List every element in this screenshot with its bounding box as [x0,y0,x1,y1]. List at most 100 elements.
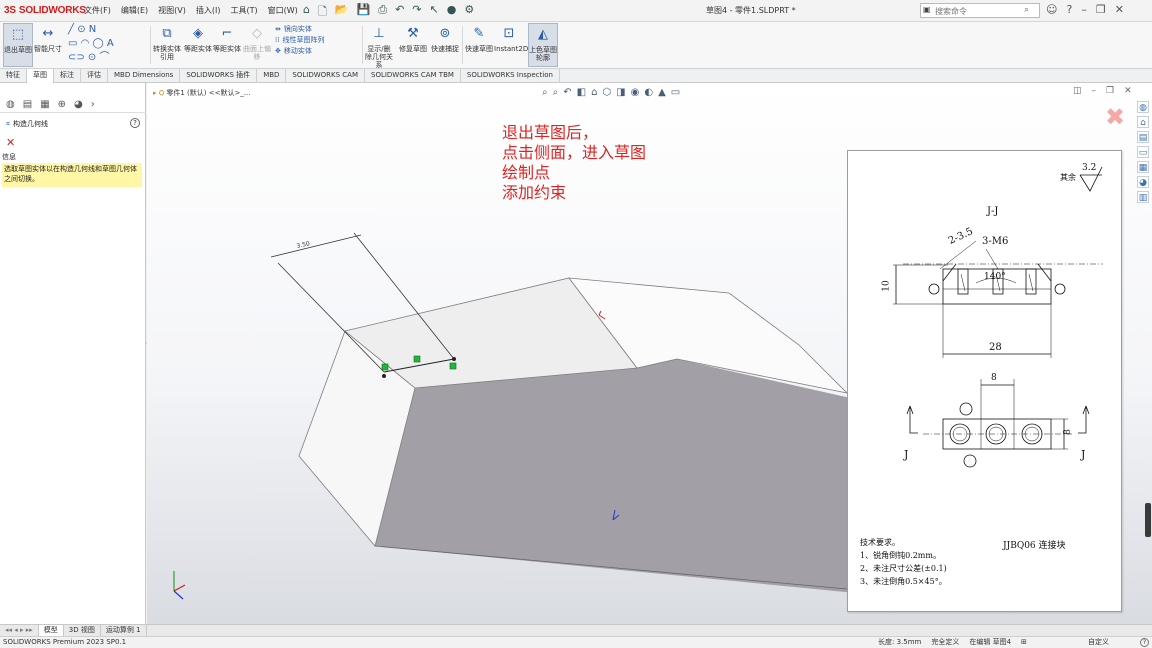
select-icon[interactable]: ↖ [430,3,439,22]
close-icon[interactable]: ✕ [6,136,15,149]
tab-solidworks-inspection[interactable]: SOLIDWORKS Inspection [461,69,560,83]
repair-sketch-button[interactable]: ⚒ 修复草图 [398,23,428,67]
graphics-area[interactable]: 3.50 ▸ ⛭零件1 (默认) <<默认>_... ⌕ ⌕ ↶ ◧ ⌂ ⬡ [147,83,1152,624]
home-icon[interactable]: ⌂ [303,3,310,22]
dimxpert-icon[interactable]: ⊕ [58,97,66,112]
close-icon[interactable]: ✕ [1115,3,1124,16]
instant2d-button[interactable]: ⊡ Instant2D [494,23,528,67]
move-entities-button[interactable]: ✥ 移动实体 [275,46,327,57]
print-icon[interactable]: ⎙ [378,3,387,22]
menu-edit[interactable]: 编辑(E) [121,5,148,16]
minimize-icon[interactable]: – [1081,3,1087,16]
doc-restore-icon[interactable]: ❐ [1106,86,1114,96]
open-icon[interactable]: 📂 [335,3,349,22]
configuration-manager-icon[interactable]: ▦ [40,97,49,112]
line-tool-icon[interactable]: ╱ ⊙ Ν [68,24,96,36]
convert-entities-button[interactable]: ⧉ 转换实体引用 [152,23,182,67]
appearances-icon[interactable]: ◕ [1137,176,1149,188]
help-icon[interactable]: ? [130,118,140,128]
file-explorer-icon[interactable]: ▤ [1137,131,1149,143]
tab-model[interactable]: 模型 [38,625,64,636]
menu-insert[interactable]: 插入(I) [196,5,221,16]
smart-dimension-button[interactable]: ↔ 智能尺寸 [33,23,63,67]
model-bottom-face[interactable] [375,359,917,598]
dynamic-annotation-icon[interactable]: ⌂ [591,87,597,98]
doc-tile-icon[interactable]: ◫ [1073,86,1082,96]
zoom-area-icon[interactable]: ⌕ [553,87,559,98]
slot-tool-icon[interactable]: ⊂⊃ ⊙ ⌒ [68,52,110,64]
midpoint-relation-icon[interactable] [413,355,421,363]
hide-show-items-icon[interactable]: ◉ [631,87,640,98]
intersection-curve-button[interactable]: ◈ 等距实体 [183,23,213,67]
custom-properties-icon[interactable]: ▥ [1137,191,1149,203]
tab-solidworks-addins[interactable]: SOLIDWORKS 插件 [180,69,258,83]
new-document-icon[interactable]: 🗋 [318,3,327,22]
tab-markup[interactable]: 标注 [54,69,81,83]
tab-sketch[interactable]: 草图 [27,69,54,83]
more-panels-icon[interactable]: › [91,97,95,112]
menu-file[interactable]: 文件(F) [84,5,111,16]
tab-solidworks-cam[interactable]: SOLIDWORKS CAM [286,69,365,83]
tab-solidworks-cam-tbm[interactable]: SOLIDWORKS CAM TBM [365,69,461,83]
zoom-to-fit-icon[interactable]: ⌕ [542,87,548,98]
previous-view-icon[interactable]: ↶ [563,87,571,98]
apply-scene-icon[interactable]: ▲ [658,87,666,98]
user-icon[interactable]: ☺ [1046,3,1057,16]
fix-relation-icon[interactable] [449,362,457,370]
ribbon-separator [362,26,363,64]
feature-manager-icon[interactable]: ◍ [6,97,15,112]
view-settings-icon[interactable]: ▭ [671,87,680,98]
options-gear-icon[interactable]: ⚙ [464,3,474,22]
status-help-icon[interactable]: ? [1140,638,1149,647]
search-command-input[interactable]: ▣ 搜索命令 ⌕ [920,3,1040,18]
menu-view[interactable]: 视图(V) [158,5,186,16]
rapid-sketch-button[interactable]: ✎ 快速草图 [464,23,494,67]
units-selector[interactable]: 自定义 [1088,637,1109,648]
shaded-sketch-contours-button[interactable]: ◭ 上色草图轮廓 [528,23,558,67]
redo-icon[interactable]: ↷ [412,3,421,22]
section-view-icon[interactable]: ◧ [577,87,586,98]
tab-features[interactable]: 特征 [0,69,27,83]
rectangle-tool-icon[interactable]: ▭ ◠ ◯ A [68,38,114,50]
view-palette-icon[interactable]: ▦ [1137,161,1149,173]
solidworks-resources-icon[interactable]: ◍ [1137,101,1149,113]
solidworks-logo[interactable]: 3S SOLIDWORKS [4,5,86,16]
coincident-relation-icon[interactable] [381,363,389,371]
tab-mbd-dimensions[interactable]: MBD Dimensions [108,69,181,83]
task-pane-grip[interactable] [1145,503,1151,537]
undo-icon[interactable]: ↶ [395,3,404,22]
feature-tree-flyout[interactable]: ▸ ⛭ 零件1 (默认) <<默认>_... [153,88,250,98]
tab-scroll-arrows-icon[interactable]: ◂◂ ◂ ▸ ▸▸ [0,625,39,636]
exit-sketch-button[interactable]: ⬚ 退出草图 [3,23,33,67]
tab-3d-views[interactable]: 3D 视图 [64,625,101,636]
display-manager-icon[interactable]: ◕ [74,97,83,112]
menu-window[interactable]: 窗口(W) [268,5,298,16]
mirror-entities-button[interactable]: ⇹ 镜向实体 [275,24,327,35]
restore-icon[interactable]: ❐ [1096,3,1106,16]
tab-mbd[interactable]: MBD [257,69,287,83]
doc-close-icon[interactable]: ✕ [1124,86,1132,96]
help-icon[interactable]: ? [1066,3,1072,16]
tab-evaluate[interactable]: 评估 [81,69,108,83]
view-orientation-icon[interactable]: ⬡ [602,87,611,98]
rebuild-icon[interactable]: ● [447,3,457,22]
sketch-point[interactable] [382,374,386,378]
tab-motion-study[interactable]: 运动算例 1 [101,625,147,636]
file-folder-icon[interactable]: ▭ [1137,146,1149,158]
offset-entities-button[interactable]: ⌐ 等距实体 [212,23,242,67]
search-icon[interactable]: ⌕ [1024,5,1029,15]
edit-appearance-icon[interactable]: ◐ [644,87,653,98]
quick-snaps-button[interactable]: ⊚ 快速捕捉 [430,23,460,67]
save-icon[interactable]: 💾 [357,3,371,22]
sketch-dimension-text[interactable]: 3.50 [296,240,311,250]
linear-pattern-button[interactable]: ⁞⁞ 线性草图阵列 [275,35,327,46]
property-manager-icon[interactable]: ▤ [23,97,32,112]
doc-minimize-icon[interactable]: – [1092,86,1097,96]
offset-on-surface-button[interactable]: ◇ 曲面上偏移 [242,23,272,67]
display-style-icon[interactable]: ◨ [616,87,625,98]
sketch-point[interactable] [452,357,456,361]
menu-tools[interactable]: 工具(T) [230,5,257,16]
display-relations-button[interactable]: ⊥ 显示/删除几何关系 [364,23,394,69]
cancel-sketch-icon[interactable]: ✖ [1105,103,1125,131]
design-library-icon[interactable]: ⌂ [1137,116,1149,128]
